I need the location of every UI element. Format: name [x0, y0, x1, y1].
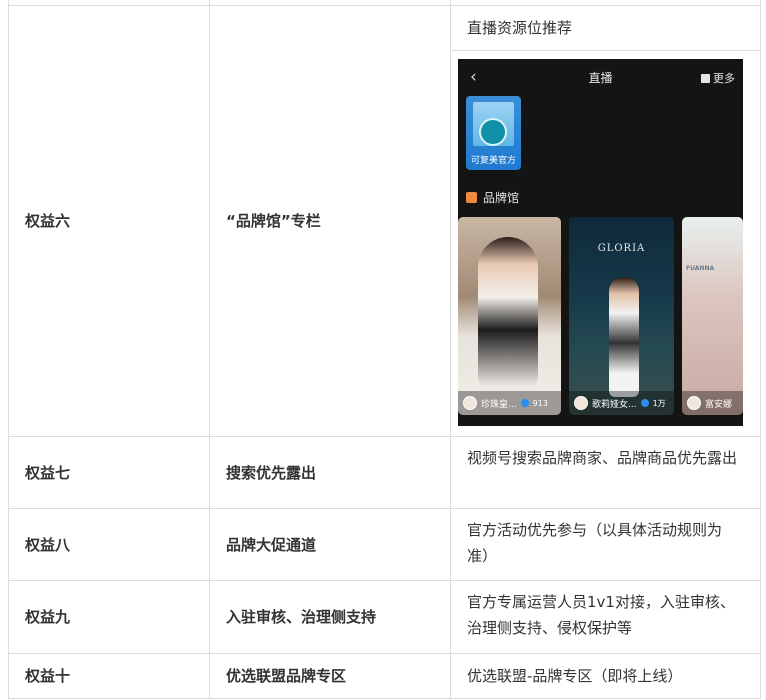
more-button[interactable]: 更多	[701, 70, 735, 86]
rights-desc: 官方专属运营人员1v1对接，入驻审核、治理侧支持、侵权保护等	[467, 593, 735, 637]
live-card-footer: 歌莉娅女... 1万	[569, 391, 674, 415]
verified-icon	[520, 399, 529, 407]
table-row: 权益七 搜索优先露出 视频号搜索品牌商家、品牌商品优先露出	[9, 437, 760, 509]
rights-desc: 官方活动优先参与（以具体活动规则为准）	[467, 521, 723, 565]
rights-label: 权益九	[9, 581, 210, 653]
brand-logo-text: GLORIA	[597, 243, 646, 254]
live-card[interactable]: 珍珠皇... 913	[458, 217, 561, 415]
brand-logo	[479, 118, 507, 146]
brand-card-label: 可复美官方	[470, 156, 516, 166]
rights-label: 权益七	[9, 437, 210, 508]
rights-label: 权益六	[9, 6, 210, 436]
avatar	[574, 396, 588, 410]
live-screenshot: ‹ 直播 更多 可复美官方 品牌馆 珍珠皇... 913 GLORIA 歌莉娅女…	[458, 59, 743, 426]
live-card-name: 歌莉娅女...	[592, 399, 637, 410]
avatar	[463, 396, 477, 410]
avatar	[687, 396, 701, 410]
rights-desc: 优选联盟-品牌专区（即将上线）	[467, 667, 683, 685]
live-card[interactable]: FUANNA 富安娜	[682, 217, 743, 415]
phone-header: ‹ 直播 更多	[458, 59, 743, 97]
more-label: 更多	[713, 72, 735, 85]
host-image	[609, 277, 639, 397]
live-card-count: 1万	[652, 398, 666, 408]
live-card-footer: 珍珠皇... 913	[458, 391, 561, 415]
rights-name: 入驻审核、治理侧支持	[210, 581, 451, 653]
live-card-name: 珍珠皇...	[481, 399, 517, 410]
rights-label: 权益十	[9, 654, 210, 698]
shop-bag-icon	[466, 192, 477, 203]
table-row: 权益九 入驻审核、治理侧支持 官方专属运营人员1v1对接，入驻审核、治理侧支持、…	[9, 581, 760, 654]
pavilion-label: 品牌馆	[483, 191, 520, 205]
rights-name: 搜索优先露出	[210, 437, 451, 508]
live-card-count: 913	[532, 398, 548, 408]
live-card-footer: 富安娜	[682, 391, 743, 415]
bag-icon	[701, 73, 710, 83]
brand-card[interactable]: 可复美官方	[466, 96, 521, 170]
rights-desc: 视频号搜索品牌商家、品牌商品优先露出	[467, 449, 738, 467]
pavilion-header: 品牌馆	[466, 189, 519, 206]
brand-logo-text: FUANNA	[686, 265, 715, 272]
verified-icon	[640, 399, 649, 407]
live-card[interactable]: GLORIA 歌莉娅女... 1万	[569, 217, 674, 415]
rights-name: 优选联盟品牌专区	[210, 654, 451, 698]
table-row: 权益八 品牌大促通道 官方活动优先参与（以具体活动规则为准）	[9, 509, 760, 581]
live-card-name: 富安娜	[705, 399, 733, 410]
rights-name: “品牌馆”专栏	[210, 6, 451, 436]
rights-label: 权益八	[9, 509, 210, 580]
rights-name: 品牌大促通道	[210, 509, 451, 580]
host-image	[478, 237, 538, 387]
table-row: 权益十 优选联盟品牌专区 优选联盟-品牌专区（即将上线）	[9, 654, 760, 699]
rights-desc: 直播资源位推荐	[451, 6, 760, 51]
